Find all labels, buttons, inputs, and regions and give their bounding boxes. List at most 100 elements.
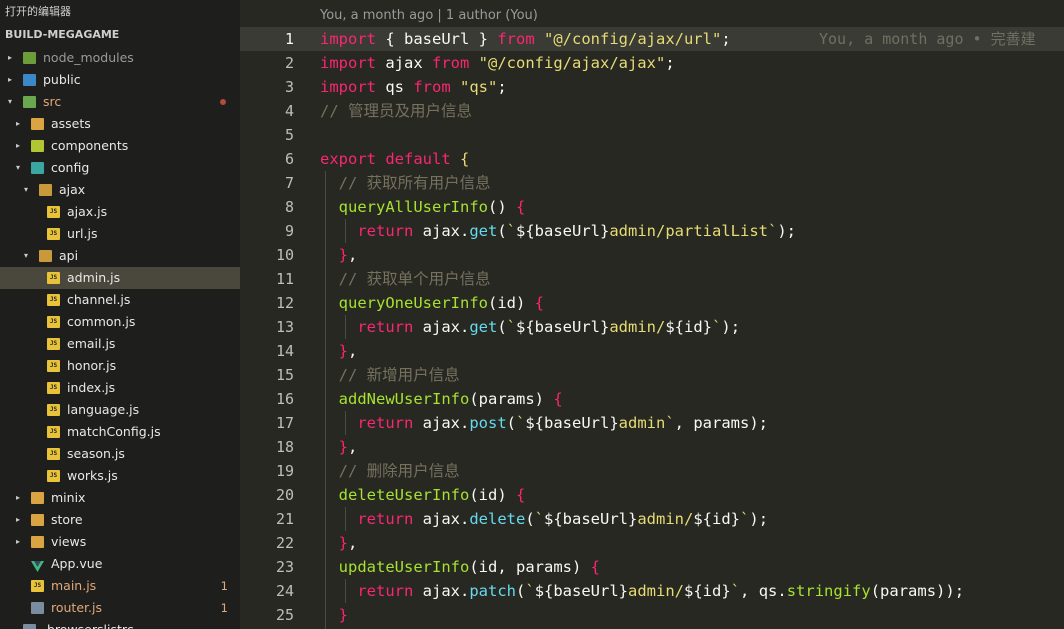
- chevron-down-icon[interactable]: ▾: [21, 179, 31, 201]
- chevron-right-icon[interactable]: ▸: [5, 47, 15, 69]
- project-header[interactable]: BUILD-MEGAGAME: [0, 24, 240, 46]
- folder-item-src[interactable]: ▾ src: [0, 91, 240, 113]
- chevron-down-icon[interactable]: ▾: [5, 91, 15, 113]
- code-line[interactable]: 17 return ajax.post(`${baseUrl}admin`, p…: [240, 411, 1064, 435]
- code-token: return: [357, 318, 414, 336]
- code-line[interactable]: 15 // 新增用户信息: [240, 363, 1064, 387]
- folder-item-public[interactable]: ▸ public: [0, 69, 240, 91]
- code-line[interactable]: 9 return ajax.get(`${baseUrl}admin/parti…: [240, 219, 1064, 243]
- code-text: return ajax.post(`${baseUrl}admin`, para…: [320, 411, 768, 435]
- file-item-browserslistrc[interactable]: .browserslistrc: [0, 619, 240, 629]
- chevron-right-icon[interactable]: ▸: [13, 135, 23, 157]
- code-line[interactable]: 12 queryOneUserInfo(id) {: [240, 291, 1064, 315]
- code-line[interactable]: 21 return ajax.delete(`${baseUrl}admin/$…: [240, 507, 1064, 531]
- code-line[interactable]: 23 updateUserInfo(id, params) {: [240, 555, 1064, 579]
- chevron-down-icon[interactable]: ▾: [13, 157, 23, 179]
- code-token: admin/: [628, 582, 685, 600]
- file-item-app-vue[interactable]: App.vue: [0, 553, 240, 575]
- code-editor[interactable]: You, a month ago | 1 author (You) 1 impor…: [240, 0, 1064, 629]
- code-line[interactable]: 16 addNewUserInfo(params) {: [240, 387, 1064, 411]
- code-token: `: [516, 414, 526, 432]
- code-line[interactable]: 25 }: [240, 603, 1064, 627]
- code-line[interactable]: 14 },: [240, 339, 1064, 363]
- chevron-right-icon[interactable]: ▸: [13, 531, 23, 553]
- code-line[interactable]: 3 import qs from "qs";: [240, 75, 1064, 99]
- code-line[interactable]: 1 import { baseUrl } from "@/config/ajax/…: [240, 27, 1064, 51]
- file-item-email-js[interactable]: JS email.js: [0, 333, 240, 355]
- js-file-icon: JS: [47, 228, 60, 240]
- code-token: ,: [348, 342, 358, 360]
- code-line[interactable]: 4 // 管理员及用户信息: [240, 99, 1064, 123]
- folder-icon: [31, 514, 44, 526]
- code-token: ,: [348, 534, 358, 552]
- file-item-url-js[interactable]: JS url.js: [0, 223, 240, 245]
- code-line[interactable]: 19 // 删除用户信息: [240, 459, 1064, 483]
- tree-item-label: views: [51, 534, 87, 549]
- file-item-matchconfig-js[interactable]: JS matchConfig.js: [0, 421, 240, 443]
- indent-guide: [345, 507, 346, 531]
- code-text: updateUserInfo(id, params) {: [320, 555, 600, 579]
- code-line[interactable]: 5: [240, 123, 1064, 147]
- code-token: import: [320, 30, 376, 48]
- chevron-right-icon[interactable]: ▸: [13, 113, 23, 135]
- file-item-common-js[interactable]: JS common.js: [0, 311, 240, 333]
- tree-item-label: config: [51, 160, 90, 175]
- tree-item-label: main.js: [51, 578, 97, 593]
- tree-item-label: api: [59, 248, 79, 263]
- code-text: // 新增用户信息: [320, 363, 460, 387]
- code-line[interactable]: 20 deleteUserInfo(id) {: [240, 483, 1064, 507]
- tree-item-label: url.js: [67, 226, 98, 241]
- folder-item-node-modules[interactable]: ▸ node_modules: [0, 47, 240, 69]
- line-number: 2: [284, 54, 294, 72]
- line-number: 10: [275, 246, 294, 264]
- code-line[interactable]: 22 },: [240, 531, 1064, 555]
- file-item-ajax-js[interactable]: JS ajax.js: [0, 201, 240, 223]
- folder-item-api[interactable]: ▾ api: [0, 245, 240, 267]
- file-item-router-js[interactable]: router.js 1: [0, 597, 240, 619]
- code-line[interactable]: 10 },: [240, 243, 1064, 267]
- chevron-down-icon[interactable]: ▾: [21, 245, 31, 267]
- chevron-right-icon[interactable]: ▸: [13, 487, 23, 509]
- js-file-icon: JS: [47, 294, 60, 306]
- file-item-admin-js[interactable]: JS admin.js: [0, 267, 240, 289]
- chevron-right-icon[interactable]: ▸: [13, 509, 23, 531]
- code-line[interactable]: 7 // 获取所有用户信息: [240, 171, 1064, 195]
- tree-item-label: ajax.js: [67, 204, 108, 219]
- folder-item-components[interactable]: ▸ components: [0, 135, 240, 157]
- file-item-language-js[interactable]: JS language.js: [0, 399, 240, 421]
- file-item-index-js[interactable]: JS index.js: [0, 377, 240, 399]
- folder-item-store[interactable]: ▸ store: [0, 509, 240, 531]
- code-line[interactable]: 8 queryAllUserInfo() {: [240, 195, 1064, 219]
- folder-item-views[interactable]: ▸ views: [0, 531, 240, 553]
- line-number: 19: [275, 462, 294, 480]
- folder-item-minix[interactable]: ▸ minix: [0, 487, 240, 509]
- code-text: },: [320, 339, 358, 363]
- folder-item-assets[interactable]: ▸ assets: [0, 113, 240, 135]
- code-line[interactable]: 24 return ajax.patch(`${baseUrl}admin/${…: [240, 579, 1064, 603]
- file-item-season-js[interactable]: JS season.js: [0, 443, 240, 465]
- file-item-honor-js[interactable]: JS honor.js: [0, 355, 240, 377]
- code-text: }: [320, 603, 348, 627]
- file-item-channel-js[interactable]: JS channel.js: [0, 289, 240, 311]
- open-editors-header[interactable]: 打开的编辑器: [0, 0, 240, 24]
- code-line[interactable]: 13 return ajax.get(`${baseUrl}admin/${id…: [240, 315, 1064, 339]
- code-line[interactable]: 6 export default {: [240, 147, 1064, 171]
- codelens-blame[interactable]: You, a month ago | 1 author (You): [320, 8, 538, 23]
- code-line[interactable]: 18 },: [240, 435, 1064, 459]
- folder-icon: [31, 118, 44, 130]
- file-item-main-js[interactable]: JS main.js 1: [0, 575, 240, 597]
- code-line[interactable]: 2 import ajax from "@/config/ajax/ajax";: [240, 51, 1064, 75]
- file-item-works-js[interactable]: JS works.js: [0, 465, 240, 487]
- code-line[interactable]: 11 // 获取单个用户信息: [240, 267, 1064, 291]
- code-token: get: [469, 318, 498, 336]
- folder-item-ajax[interactable]: ▾ ajax: [0, 179, 240, 201]
- js-file-icon: JS: [47, 470, 60, 482]
- code-text: import { baseUrl } from "@/config/ajax/u…: [320, 27, 731, 51]
- line-number: 8: [284, 198, 294, 216]
- chevron-right-icon[interactable]: ▸: [5, 69, 15, 91]
- code-token: );: [777, 222, 796, 240]
- folder-item-config[interactable]: ▾ config: [0, 157, 240, 179]
